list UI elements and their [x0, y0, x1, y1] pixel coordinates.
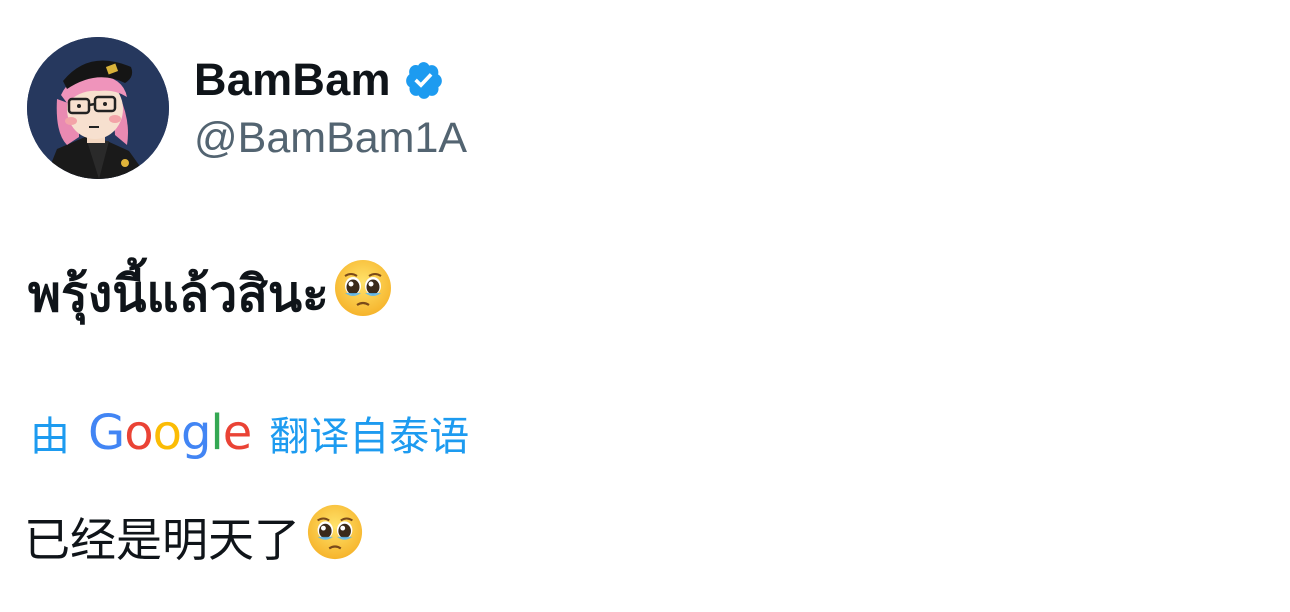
tweet: BamBam @BamBam1A พรุ้งนี้แล้วสินะ 由 Goog… [0, 0, 1290, 612]
display-name[interactable]: BamBam [194, 54, 391, 106]
translation-attribution[interactable]: 由 Google 翻译自泰语 [30, 404, 469, 462]
translated-text: 已经是明天了 [24, 504, 364, 568]
google-letter: e [222, 405, 253, 461]
handle[interactable]: @BamBam1A [194, 114, 467, 163]
google-letter: l [210, 405, 223, 461]
google-letter: o [124, 405, 153, 461]
translation-prefix: 由 [30, 415, 70, 459]
google-logo: Google [88, 409, 252, 457]
translation-suffix: 翻译自泰语 [269, 415, 470, 459]
google-letter: o [152, 405, 182, 461]
google-letter: g [180, 405, 211, 461]
translated-text-content: 已经是明天了 [24, 514, 300, 566]
pleading-face-icon [306, 503, 364, 572]
avatar[interactable] [27, 37, 169, 179]
tweet-text: พรุ้งนี้แล้วสินะ [28, 260, 393, 328]
author-block: BamBam @BamBam1A [194, 52, 467, 163]
tweet-text-content: พรุ้งนี้แล้วสินะ [28, 265, 329, 322]
name-row: BamBam [194, 52, 467, 108]
avatar-illustration [27, 37, 169, 179]
google-letter: G [88, 405, 125, 461]
verified-badge-icon [403, 59, 445, 101]
pleading-face-icon [333, 258, 393, 330]
